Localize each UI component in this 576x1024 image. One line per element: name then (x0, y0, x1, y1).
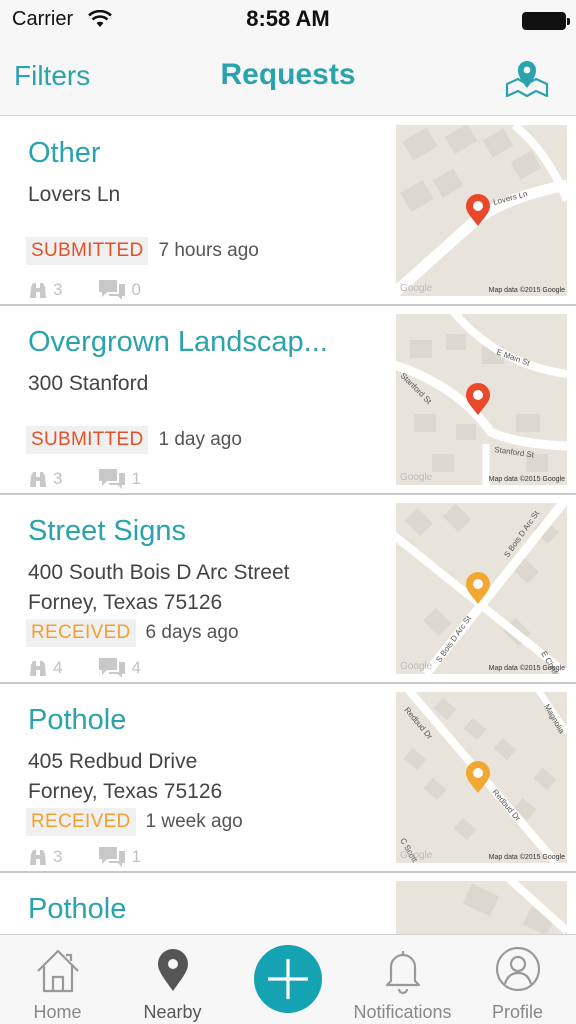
status-bar: Carrier 8:58 AM (0, 0, 576, 40)
comments-count: 0 (98, 279, 141, 301)
request-row[interactable]: Street Signs 400 South Bois D Arc Street… (0, 495, 576, 684)
map-thumbnail[interactable]: E Main St Stanford St Stanford St Google… (396, 314, 567, 485)
location-pin-icon (157, 949, 188, 991)
tab-notifications-label: Notifications (353, 1002, 452, 1022)
comments-icon (99, 469, 126, 489)
request-row[interactable]: Pothole (0, 873, 576, 934)
request-address: Lovers Ln (28, 183, 121, 206)
watchers-count: 3 (28, 469, 62, 489)
request-address: 400 South Bois D Arc Street (28, 561, 290, 584)
request-counts: 4 4 (28, 657, 177, 679)
tab-nearby-label: Nearby (143, 1002, 202, 1022)
navigation-bar: Filters Requests (0, 40, 576, 116)
map-credit: Map data ©2015 Google (488, 287, 565, 294)
map-thumbnail[interactable]: S Bois D Arc St S Bois D Arc St E Chris … (396, 503, 567, 674)
request-city: Forney, Texas 75126 (28, 780, 223, 803)
map-pin-icon[interactable] (504, 54, 550, 100)
request-time: 6 days ago (145, 622, 239, 643)
add-icon (268, 959, 308, 999)
tab-nearby[interactable]: Nearby (115, 935, 230, 1024)
request-status: SUBMITTED 1 day ago (26, 426, 242, 454)
request-address: 300 Stanford (28, 372, 149, 395)
request-title: Pothole (28, 893, 127, 925)
request-time: 1 day ago (158, 429, 242, 450)
status-badge: RECEIVED (26, 808, 136, 836)
map-thumbnail[interactable] (396, 881, 567, 934)
battery-icon (522, 12, 570, 30)
request-time: 7 hours ago (158, 240, 259, 261)
map-credit: Map data ©2015 Google (488, 854, 565, 861)
comments-icon (99, 658, 126, 678)
comments-count: 4 (98, 657, 141, 679)
request-city: Forney, Texas 75126 (28, 591, 223, 614)
home-icon (36, 949, 79, 993)
binoculars-icon (30, 661, 46, 676)
map-credit: Map data ©2015 Google (488, 476, 565, 483)
add-request-button[interactable] (254, 945, 322, 1013)
request-status: RECEIVED 1 week ago (26, 808, 243, 836)
request-title: Other (28, 137, 101, 169)
binoculars-icon (30, 850, 46, 865)
request-row[interactable]: Pothole 405 Redbud Drive Forney, Texas 7… (0, 684, 576, 873)
request-counts: 3 1 (28, 846, 177, 868)
map-google-logo: Google (400, 283, 433, 294)
bell-icon (385, 951, 420, 995)
tab-home[interactable]: Home (0, 935, 115, 1024)
filters-button[interactable]: Filters (14, 60, 90, 92)
map-google-logo: Google (400, 661, 433, 672)
request-list[interactable]: Other Lovers Ln SUBMITTED 7 hours ago 3 … (0, 117, 576, 934)
request-title: Street Signs (28, 515, 186, 547)
request-address: 405 Redbud Drive (28, 750, 198, 773)
request-status: RECEIVED 6 days ago (26, 619, 239, 647)
map-credit: Map data ©2015 Google (488, 665, 565, 672)
status-badge: RECEIVED (26, 619, 136, 647)
map-thumbnail[interactable]: Lovers Ln Google Map data ©2015 Google (396, 125, 567, 296)
comments-count: 1 (98, 468, 141, 490)
tab-home-label: Home (33, 1002, 82, 1022)
tab-notifications[interactable]: Notifications (345, 935, 460, 1024)
tab-add[interactable] (230, 935, 345, 1024)
request-row[interactable]: Other Lovers Ln SUBMITTED 7 hours ago 3 … (0, 117, 576, 306)
status-badge: SUBMITTED (26, 426, 149, 454)
request-row[interactable]: Overgrown Landscap... 300 Stanford SUBMI… (0, 306, 576, 495)
tab-profile[interactable]: Profile (460, 935, 575, 1024)
binoculars-icon (30, 283, 46, 298)
watchers-count: 3 (28, 847, 62, 867)
profile-icon (495, 946, 540, 992)
status-badge: SUBMITTED (26, 237, 149, 265)
tab-bar: Home Nearby Notifications Profile (0, 934, 576, 1024)
tab-profile-label: Profile (491, 1002, 544, 1022)
comments-icon (99, 280, 126, 300)
map-thumbnail[interactable]: Redbud Dr Redbud Dr Magnolia C Scott Goo… (396, 692, 567, 863)
watchers-count: 3 (28, 280, 62, 300)
request-title: Pothole (28, 704, 127, 736)
map-google-logo: Google (400, 472, 433, 483)
map-google-logo: Google (400, 850, 433, 861)
binoculars-icon (30, 472, 46, 487)
request-counts: 3 0 (28, 279, 177, 301)
comments-count: 1 (98, 846, 141, 868)
status-time: 8:58 AM (246, 6, 330, 31)
request-counts: 3 1 (28, 468, 177, 490)
request-title: Overgrown Landscap... (28, 326, 328, 358)
comments-icon (99, 847, 126, 867)
watchers-count: 4 (28, 658, 62, 678)
request-status: SUBMITTED 7 hours ago (26, 237, 259, 265)
request-time: 1 week ago (145, 811, 243, 832)
